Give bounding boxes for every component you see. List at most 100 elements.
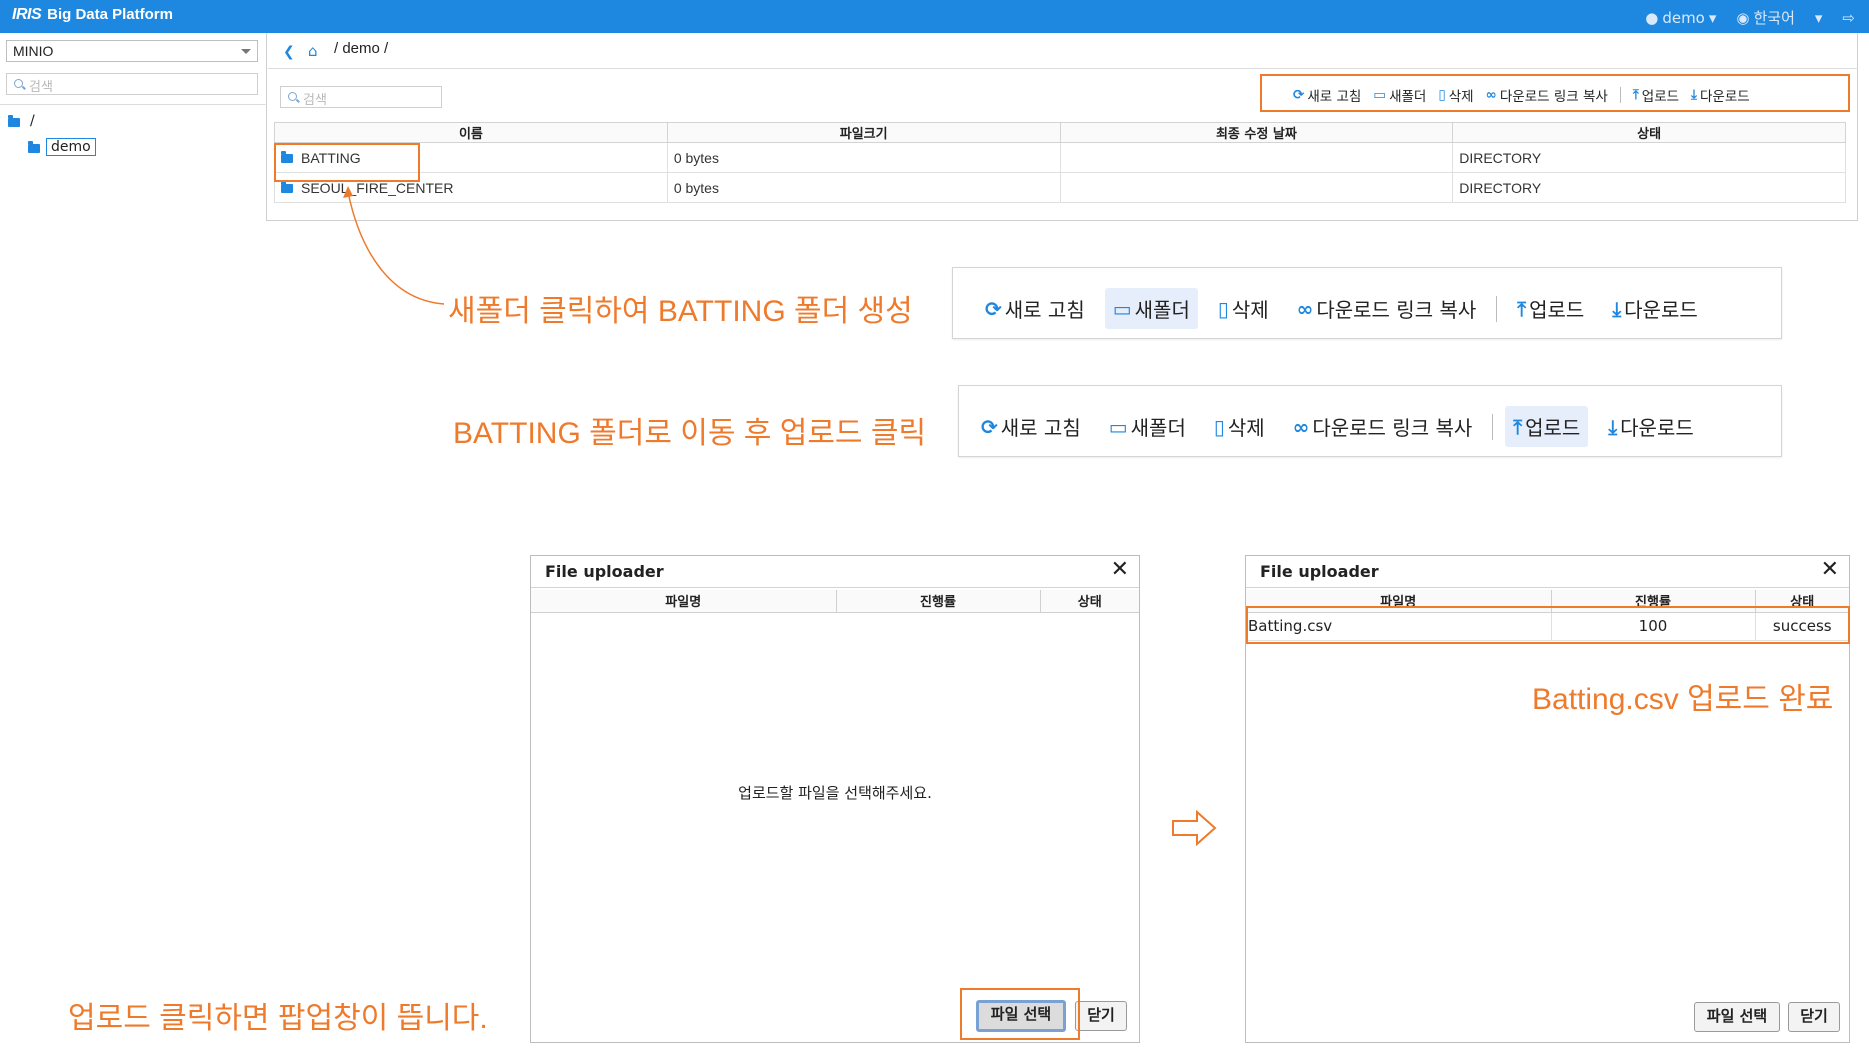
settings-dropdown[interactable]: ▾ xyxy=(1815,9,1823,27)
upload-icon: ⤒ xyxy=(1517,296,1527,321)
file-uploader-dialog: File uploader ✕ 파일명 진행률 상태 업로드할 파일을 선택해주… xyxy=(530,555,1140,1043)
close-icon[interactable]: ✕ xyxy=(1111,557,1129,582)
new-folder-button[interactable]: ▭ 새폴더 xyxy=(1104,288,1198,329)
right-arrow-icon xyxy=(1172,809,1217,847)
upload-button[interactable]: ⤒ 업로드 xyxy=(1509,288,1592,329)
user-name: demo xyxy=(1662,8,1705,27)
folder-open-icon xyxy=(8,114,20,127)
upload-icon: ⤒ xyxy=(1513,414,1523,439)
trash-icon: ▯ xyxy=(1217,296,1229,321)
column-header: 파일명 xyxy=(531,590,837,613)
delete-button[interactable]: ▯ 삭제 xyxy=(1210,288,1277,329)
download-icon: ⤓ xyxy=(1612,296,1622,321)
user-icon: ● xyxy=(1645,8,1659,27)
zoom-toolbar-upload: ⟳ 새로 고침 ▭ 새폴더 ▯ 삭제 ∞ 다운로드 링크 복사 ⤒ 업로드 ⤓ 다운로드 xyxy=(958,385,1782,457)
app-logo[interactable]: IRIS Big Data Platform xyxy=(12,6,173,24)
size-cell: 0 bytes xyxy=(666,172,1061,203)
table-row[interactable]: SEOUL_FIRE_CENTER 0 bytes DIRECTORY xyxy=(274,172,1846,203)
close-button[interactable]: 닫기 xyxy=(1788,1002,1840,1032)
uploader-header-row: 파일명 진행률 상태 xyxy=(531,590,1139,613)
language-label: 한국어 xyxy=(1753,9,1795,27)
refresh-icon: ⟳ xyxy=(985,296,1002,321)
breadcrumb: / demo / xyxy=(334,40,389,57)
sidebar-search-input[interactable]: 검색 xyxy=(6,73,258,95)
download-button[interactable]: ⤓ 다운로드 xyxy=(1600,406,1701,447)
column-header[interactable]: 파일크기 xyxy=(666,122,1061,143)
link-icon: ∞ xyxy=(1292,414,1310,439)
trash-icon: ▯ xyxy=(1213,414,1225,439)
tree-item-label: demo xyxy=(46,138,96,156)
column-header: 진행률 xyxy=(836,590,1041,613)
link-icon: ∞ xyxy=(1296,296,1314,321)
annotation-arrow xyxy=(343,186,445,305)
tree-root-item[interactable]: / xyxy=(8,113,35,129)
file-table: 이름 파일크기 최종 수정 날짜 상태 BATTING 0 bytes DIRE… xyxy=(274,122,1846,203)
dialog-title: File uploader xyxy=(531,556,1139,588)
refresh-icon: ⟳ xyxy=(981,414,998,439)
search-icon xyxy=(14,79,23,88)
upload-button[interactable]: ⤒ 업로드 xyxy=(1505,406,1589,447)
home-icon[interactable]: ⌂ xyxy=(308,42,318,60)
copy-link-label: 다운로드 링크 복사 xyxy=(1312,416,1473,440)
download-icon: ⤓ xyxy=(1608,414,1618,439)
app-title: Big Data Platform xyxy=(47,6,173,23)
toolbar-divider xyxy=(1492,413,1494,440)
zoom-toolbar: ⟳ 새로 고침 ▭ 새폴더 ▯ 삭제 ∞ 다운로드 링크 복사 ⤒ 업로드 ⤓ 다운로드 xyxy=(973,406,1702,447)
column-header[interactable]: 이름 xyxy=(274,122,668,143)
table-header-row: 이름 파일크기 최종 수정 날짜 상태 xyxy=(274,122,1846,143)
status-cell: DIRECTORY xyxy=(1452,172,1846,203)
status-cell: DIRECTORY xyxy=(1452,142,1846,173)
new-folder-label: 새폴더 xyxy=(1130,416,1186,440)
close-button[interactable]: 닫기 xyxy=(1075,1001,1127,1031)
new-folder-button[interactable]: ▭ 새폴더 xyxy=(1101,406,1194,447)
zoom-toolbar: ⟳ 새로 고침 ▭ 새폴더 ▯ 삭제 ∞ 다운로드 링크 복사 ⤒ 업로드 ⤓ 다운로드 xyxy=(977,288,1706,329)
modified-cell xyxy=(1059,142,1454,173)
annotation-step3: 업로드 클릭하면 팝업창이 뜹니다. xyxy=(68,1002,488,1035)
copy-link-button[interactable]: ∞ 다운로드 링크 복사 xyxy=(1289,288,1485,329)
modified-cell xyxy=(1059,172,1454,203)
storage-select[interactable]: MINIO xyxy=(6,40,258,62)
annotation-step1: 새폴더 클릭하여 BATTING 폴더 생성 xyxy=(448,295,913,328)
main-search-input[interactable]: 검색 xyxy=(280,86,442,108)
tree-item-demo[interactable]: demo xyxy=(28,138,96,156)
main-search-placeholder: 검색 xyxy=(303,93,327,108)
column-header[interactable]: 상태 xyxy=(1452,122,1846,143)
copy-link-button[interactable]: ∞ 다운로드 링크 복사 xyxy=(1285,406,1481,447)
path-bar xyxy=(268,33,1858,69)
logout-icon: ⇨ xyxy=(1842,8,1855,27)
caret-down-icon: ▾ xyxy=(1708,8,1717,27)
delete-label: 삭제 xyxy=(1227,416,1265,440)
upload-label: 업로드 xyxy=(1525,416,1581,440)
toolbar-highlight xyxy=(1260,74,1850,112)
toolbar-divider xyxy=(1496,295,1498,322)
header-right: ● demo ▾ ◉ 한국어 ▾ ⇨ xyxy=(1645,7,1855,28)
refresh-button[interactable]: ⟳ 새로 고침 xyxy=(977,288,1093,329)
delete-button[interactable]: ▯ 삭제 xyxy=(1206,406,1273,447)
folder-icon xyxy=(28,140,40,153)
select-caret-icon xyxy=(241,49,251,54)
refresh-button[interactable]: ⟳ 새로 고침 xyxy=(973,406,1089,447)
logout-button[interactable]: ⇨ xyxy=(1842,9,1855,27)
back-arrow-icon[interactable]: ❮ xyxy=(283,44,295,60)
download-label: 다운로드 xyxy=(1624,298,1698,322)
globe-icon: ◉ xyxy=(1736,8,1750,27)
uploader-table: 파일명 진행률 상태 xyxy=(531,590,1139,613)
folder-plus-icon: ▭ xyxy=(1112,296,1132,321)
app-header: IRIS Big Data Platform ● demo ▾ ◉ 한국어 ▾ ⇨ xyxy=(0,0,1869,33)
download-button[interactable]: ⤓ 다운로드 xyxy=(1604,288,1705,329)
select-button-highlight xyxy=(960,988,1080,1040)
zoom-toolbar-newfolder: ⟳ 새로 고침 ▭ 새폴더 ▯ 삭제 ∞ 다운로드 링크 복사 ⤒ 업로드 ⤓ 다운로드 xyxy=(952,267,1782,339)
folder-plus-icon: ▭ xyxy=(1108,414,1128,439)
user-menu[interactable]: ● demo ▾ xyxy=(1645,9,1716,27)
logo-mark: IRIS xyxy=(12,6,42,23)
close-icon[interactable]: ✕ xyxy=(1821,557,1839,582)
delete-label: 삭제 xyxy=(1231,298,1269,322)
tree-root-label: / xyxy=(30,113,35,129)
language-menu[interactable]: ◉ 한국어 xyxy=(1736,7,1795,28)
select-file-button[interactable]: 파일 선택 xyxy=(1694,1002,1780,1032)
new-folder-label: 새폴더 xyxy=(1134,298,1190,322)
table-row[interactable]: BATTING 0 bytes DIRECTORY xyxy=(274,142,1846,173)
upload-label: 업로드 xyxy=(1529,298,1585,322)
column-header[interactable]: 최종 수정 날짜 xyxy=(1059,122,1454,143)
sidebar-search-placeholder: 검색 xyxy=(29,80,53,95)
